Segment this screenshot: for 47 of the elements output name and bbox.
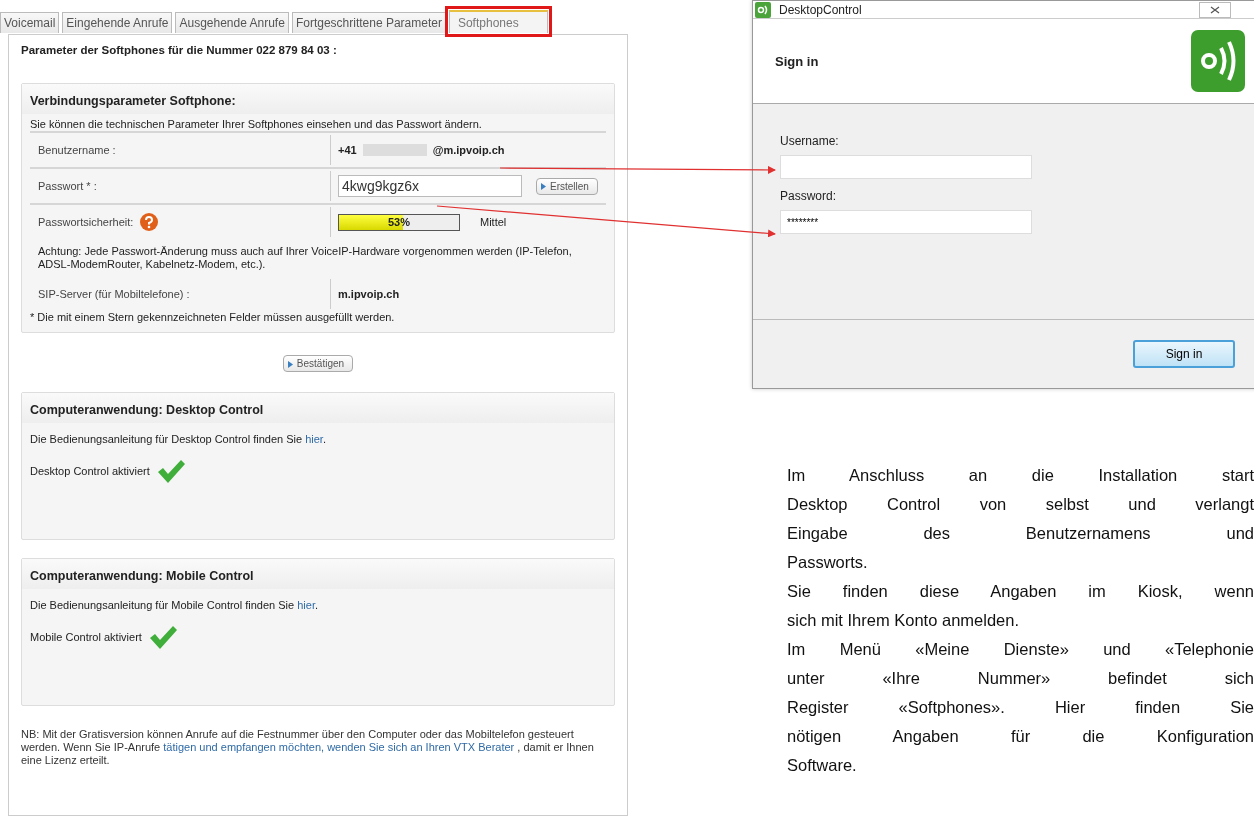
intro-text: Sie können die technischen Parameter Ihrer Softphones einsehen und das Passwort ändern. bbox=[30, 118, 483, 131]
sip-server: m.ipvoip.ch bbox=[338, 288, 400, 300]
sign-in-button[interactable]: Sign in bbox=[1133, 340, 1235, 368]
instruction-paragraph: Sie finden diese Angaben im Kiosk, wenn sich mit Ihrem Konto anmelden. bbox=[787, 581, 1254, 631]
field-label: Password: bbox=[780, 189, 838, 203]
status-text: Mobile Control aktiviert bbox=[30, 631, 142, 643]
contact-link[interactable]: tätigen und empfangen möchten, wenden Sie sich an Ihren VTX Berater bbox=[163, 741, 515, 753]
section-title: Computeranwendung: Desktop Control bbox=[22, 393, 614, 423]
section-title: Verbindungsparameter Softphone: bbox=[22, 84, 614, 114]
instruction-paragraph: Im Menü «Meine Dienste» und «Telephonie unter «Ihre Nummer» befindet sich Register «Softphones». Hier finden Sie nötigen Angaben für die Konfiguration Software. bbox=[787, 639, 1254, 776]
instruction-paragraph: Im Anschluss an die Installation start Desktop Control von selbst und verlangt Eingabe des Benutzernamens und Passworts. bbox=[787, 465, 1254, 573]
tab[interactable]: Eingehende Anrufe bbox=[62, 12, 173, 33]
triangle-icon bbox=[287, 360, 293, 368]
note-paragraph: NB: Mit der Gratisversion können Anrufe auf die Festnummer über den Computer oder das Mobiltelefon gesteuert werden. Wenn Sie IP-Anrufe tätigen und empfangen möchten, wenden Sie sich an Ihren VTX Berater , damit er Ihnen eine Lizenz erteilt. bbox=[21, 728, 595, 767]
redaction-block bbox=[362, 144, 427, 156]
password-field[interactable]: 4kwg9kgz6x bbox=[338, 175, 522, 197]
manual-link[interactable]: hier bbox=[297, 599, 315, 611]
close-icon bbox=[1210, 5, 1220, 14]
field-label: Benutzername : bbox=[37, 144, 117, 156]
username-field[interactable] bbox=[780, 155, 1032, 179]
help-icon[interactable] bbox=[139, 212, 160, 232]
username-prefix: +41 bbox=[338, 144, 357, 156]
username-domain: @m.ipvoip.ch bbox=[432, 144, 505, 156]
section-title: Computeranwendung: Mobile Control bbox=[22, 559, 614, 589]
field-label: Username: bbox=[780, 134, 840, 148]
generate-button[interactable]: Erstellen bbox=[536, 177, 598, 195]
manual-link[interactable]: hier bbox=[305, 433, 323, 445]
close-button[interactable] bbox=[1199, 1, 1231, 18]
confirm-button[interactable]: Bestätigen bbox=[282, 355, 354, 372]
warning-text: Achtung: Jede Passwort-Änderung muss auch auf Ihrer VoiceIP-Hardware vorgenommen werden (IP-Telefon, ADSL-ModemRouter, Kabelnetz-Modem, etc.). bbox=[37, 244, 573, 272]
manual-text: Die Bedienungsanleitung für Mobile Control finden Sie hier. bbox=[30, 599, 320, 612]
field-label: Passwortsicherheit: bbox=[38, 216, 134, 228]
page-heading: Parameter der Softphones für die Nummer 022 879 84 03 : bbox=[21, 44, 338, 56]
tab[interactable]: Ausgehende Anrufe bbox=[175, 12, 289, 33]
field-label: SIP-Server (für Mobiltelefone) : bbox=[37, 288, 191, 300]
triangle-icon bbox=[541, 183, 546, 191]
password-field[interactable]: ******** bbox=[780, 210, 1032, 234]
manual-text: Die Bedienungsanleitung für Desktop Control finden Sie hier. bbox=[30, 433, 327, 446]
tab[interactable]: Fortgeschrittene Parameter bbox=[291, 12, 446, 33]
status-text: Desktop Control aktiviert bbox=[30, 465, 150, 477]
strength-rating: Mittel bbox=[480, 216, 507, 228]
app-logo-icon bbox=[1191, 30, 1245, 92]
dialog-heading: Sign in bbox=[775, 53, 819, 69]
window-title: DesktopControl bbox=[779, 2, 862, 17]
tab[interactable]: Voicemail bbox=[0, 12, 60, 33]
field-label: Passwort * : bbox=[37, 180, 98, 192]
required-note: * Die mit einem Stern gekennzeichneten Felder müssen ausgefüllt werden. bbox=[30, 311, 396, 324]
